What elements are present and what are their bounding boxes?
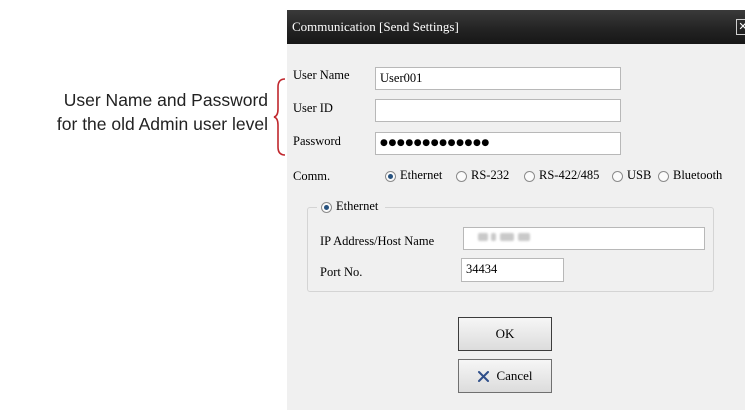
port-input[interactable]: 34434 <box>461 258 564 282</box>
cancel-x-icon <box>478 370 490 382</box>
ok-button[interactable]: OK <box>458 317 552 351</box>
comm-label: Comm. <box>293 169 331 183</box>
cancel-button-label: Cancel <box>496 368 533 383</box>
ip-address-redacted <box>478 233 538 243</box>
cancel-button[interactable]: Cancel <box>458 359 552 393</box>
bluetooth-radio-label[interactable]: Bluetooth <box>673 168 722 183</box>
user-id-label: User ID <box>293 101 333 115</box>
dialog-title: Communication [Send Settings] <box>292 19 459 34</box>
port-label: Port No. <box>320 265 363 279</box>
password-label: Password <box>293 134 341 148</box>
ethernet-group-legend: Ethernet <box>317 198 385 216</box>
password-input[interactable]: ●●●●●●●●●●●●● <box>375 132 621 155</box>
annotation-text: User Name and Password for the old Admin… <box>0 88 268 136</box>
rs232-radio[interactable] <box>456 171 467 182</box>
curly-brace-icon <box>273 78 286 156</box>
send-settings-dialog: Communication [Send Settings] ✕ User Nam… <box>287 10 745 410</box>
rs232-radio-label[interactable]: RS-232 <box>471 168 509 183</box>
usb-radio-label[interactable]: USB <box>627 168 651 183</box>
user-name-label: User Name <box>293 68 350 82</box>
ethernet-radio[interactable] <box>385 171 396 182</box>
rs422-485-radio-label[interactable]: RS-422/485 <box>539 168 599 183</box>
ethernet-radio-label[interactable]: Ethernet <box>400 168 442 183</box>
bluetooth-radio[interactable] <box>658 171 669 182</box>
usb-radio[interactable] <box>612 171 623 182</box>
annotation-line-1: User Name and Password <box>63 90 268 110</box>
rs422-485-radio[interactable] <box>524 171 535 182</box>
annotation-line-2: for the old Admin user level <box>56 114 268 134</box>
close-icon[interactable]: ✕ <box>736 19 745 35</box>
ip-address-label: IP Address/Host Name <box>320 234 435 248</box>
ethernet-group-label[interactable]: Ethernet <box>336 199 378 214</box>
ethernet-group-radio[interactable] <box>321 202 332 213</box>
user-name-input[interactable]: User001 <box>375 67 621 90</box>
user-id-input[interactable] <box>375 99 621 122</box>
title-bar[interactable]: Communication [Send Settings] ✕ <box>287 10 745 44</box>
